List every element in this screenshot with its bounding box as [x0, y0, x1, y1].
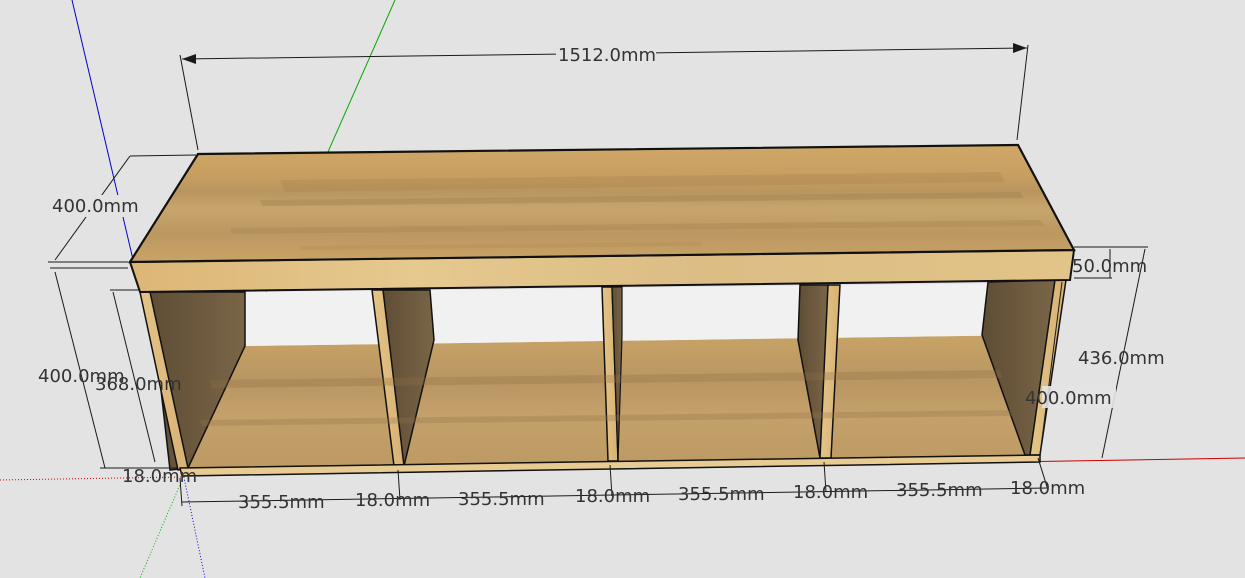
- label-right-side-height: 400.0mm: [1025, 388, 1112, 409]
- label-bay-4-divider: 18.0mm: [1010, 478, 1085, 499]
- label-overall-length: 1512.0mm: [558, 45, 656, 66]
- bench-model[interactable]: [127, 143, 1076, 477]
- model-canvas[interactable]: 1512.0mm 400.0mm 400.0mm 368.0mm 50.0mm …: [0, 0, 1245, 578]
- cubby-back: [245, 283, 1035, 346]
- label-bay-2-width: 355.5mm: [458, 489, 545, 510]
- label-top-thickness: 50.0mm: [1072, 256, 1147, 277]
- label-bay-3-divider: 18.0mm: [793, 482, 868, 503]
- label-bay-1-width: 355.5mm: [238, 492, 325, 513]
- label-bay-4-width: 355.5mm: [896, 480, 983, 501]
- dim-length-ext-left: [179, 54, 199, 151]
- arrow-left: [182, 54, 196, 64]
- sketchup-viewport[interactable]: 1512.0mm 400.0mm 400.0mm 368.0mm 50.0mm …: [0, 0, 1245, 578]
- label-overall-height: 436.0mm: [1078, 348, 1165, 369]
- label-bay-1-divider: 18.0mm: [355, 490, 430, 511]
- label-inner-height: 368.0mm: [95, 374, 182, 395]
- label-bay-2-divider: 18.0mm: [575, 486, 650, 507]
- green-axis-dotted: [139, 479, 183, 578]
- label-top-depth: 400.0mm: [52, 196, 139, 217]
- label-bay-3-width: 355.5mm: [678, 484, 765, 505]
- arrow-right: [1013, 43, 1027, 53]
- dim-length-ext-right: [1016, 44, 1029, 141]
- label-bottom-thickness: 18.0mm: [122, 466, 197, 487]
- dim-depth-ext-top: [129, 154, 197, 157]
